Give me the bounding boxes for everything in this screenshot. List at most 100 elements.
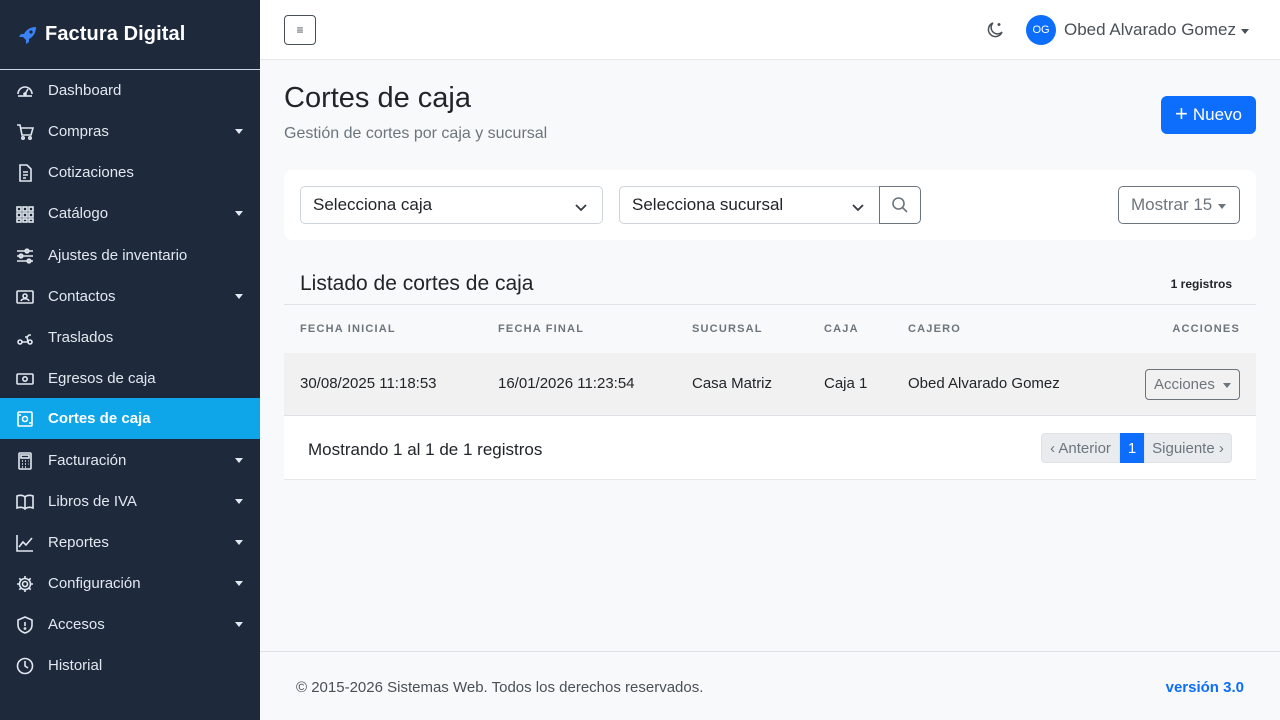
dashboard-icon [16,82,34,100]
document-icon [16,163,34,182]
sidebar-item-configuracion[interactable]: Configuración [0,563,260,604]
sidebar-item-historial[interactable]: Historial [0,645,260,686]
card-header: Listado de cortes de caja 1 registros [284,264,1256,305]
sidebar-item-dashboard[interactable]: Dashboard [0,70,260,111]
contact-card-icon [16,288,34,306]
sucursal-select[interactable]: Selecciona sucursal [619,186,880,224]
pagination-prev[interactable]: ‹ Anterior [1041,433,1120,463]
page-subtitle: Gestión de cortes por caja y sucursal [284,125,548,142]
cell-cajero: Obed Alvarado Gomez [908,375,1060,392]
cell-sucursal: Casa Matriz [692,375,773,392]
chevron-down-icon [235,458,243,463]
caja-select-value: Selecciona caja [313,195,433,214]
sidebar-item-label: Compras [48,123,109,140]
actions-dropdown-button[interactable]: Acciones [1145,369,1240,400]
chevron-down-icon [1223,383,1231,388]
sidebar-item-traslados[interactable]: Traslados [0,317,260,358]
chevron-down-icon [574,199,588,213]
cash-icon [16,370,34,388]
column-header-fecha-final[interactable]: FECHA FINAL [498,323,584,335]
copyright-text: © 2015-2026 Sistemas Web. Todos los dere… [296,679,704,696]
user-menu[interactable]: OG Obed Alvarado Gomez [1026,15,1249,45]
sidebar-item-cotizaciones[interactable]: Cotizaciones [0,152,260,193]
table-header: FECHA INICIAL FECHA FINAL SUCURSAL CAJA … [284,305,1256,353]
sucursal-select-value: Selecciona sucursal [632,195,784,214]
pagination-page-1[interactable]: 1 [1120,433,1144,463]
version-label: versión 3.0 [1165,679,1244,696]
sidebar-item-label: Cotizaciones [48,164,134,181]
chart-line-icon [16,534,34,552]
column-header-caja[interactable]: CAJA [824,323,859,335]
cart-icon [16,123,34,141]
sidebar-item-catalogo[interactable]: Catálogo [0,193,260,234]
plus-icon: + [1175,101,1188,126]
sidebar-item-label: Ajustes de inventario [48,247,188,264]
pagination-next[interactable]: Siguiente › [1144,433,1232,463]
sidebar-item-facturacion[interactable]: Facturación [0,440,260,481]
chevron-down-icon [1218,204,1226,209]
record-count-badge: 1 registros [1170,277,1232,291]
card-title: Listado de cortes de caja [300,272,534,295]
sidebar-item-label: Dashboard [48,82,122,99]
sidebar-item-ajustes-inventario[interactable]: Ajustes de inventario [0,235,260,276]
rocket-icon [19,26,36,44]
avatar: OG [1026,15,1056,45]
gear-icon [16,575,34,593]
sidebar-item-label: Configuración [48,575,141,592]
grid-icon [16,205,34,223]
sidebar-item-accesos[interactable]: Accesos [0,604,260,645]
new-button[interactable]: + Nuevo [1161,96,1256,134]
cell-fecha-inicial: 30/08/2025 11:18:53 [300,375,437,392]
chevron-down-icon [235,622,243,627]
sidebar-item-label: Cortes de caja [48,410,151,427]
sidebar-toggle-button[interactable]: ≡ [284,15,316,45]
chevron-down-icon [235,129,243,134]
sidebar-item-label: Accesos [48,616,105,633]
shield-icon [16,615,34,634]
book-icon [16,493,34,511]
sidebar-item-label: Egresos de caja [48,370,156,387]
chevron-down-icon [235,540,243,545]
theme-toggle-button[interactable] [984,18,1006,42]
calculator-icon [16,451,34,470]
brand-name: Factura Digital [45,23,186,45]
footer: © 2015-2026 Sistemas Web. Todos los dere… [260,651,1280,720]
sidebar-item-cortes-caja[interactable]: Cortes de caja [0,398,260,439]
page-title: Cortes de caja [284,82,471,114]
sidebar-item-label: Historial [48,657,103,674]
sidebar-item-label: Facturación [48,452,127,469]
sidebar-item-egresos-caja[interactable]: Egresos de caja [0,358,260,399]
sidebar-item-compras[interactable]: Compras [0,111,260,152]
sidebar-item-label: Reportes [48,534,109,551]
search-button[interactable] [879,186,921,224]
chevron-down-icon [235,294,243,299]
sliders-icon [16,247,34,265]
page-size-dropdown[interactable]: Mostrar 15 [1118,186,1240,224]
table-card: Listado de cortes de caja 1 registros FE… [284,264,1256,480]
column-header-fecha-inicial[interactable]: FECHA INICIAL [300,323,396,335]
chevron-down-icon [235,581,243,586]
moon-stars-icon [987,22,1003,38]
sidebar-item-libros-iva[interactable]: Libros de IVA [0,481,260,522]
chevron-down-icon [235,499,243,504]
brand[interactable]: Factura Digital [0,0,260,70]
column-header-cajero[interactable]: CAJERO [908,323,961,335]
table-row[interactable]: 30/08/2025 11:18:53 16/01/2026 11:23:54 … [284,353,1256,416]
cash-register-icon [16,410,34,428]
sidebar-item-contactos[interactable]: Contactos [0,276,260,317]
sidebar-item-label: Traslados [48,329,114,346]
cell-caja: Caja 1 [824,375,868,392]
column-header-acciones: ACCIONES [1172,323,1240,335]
user-name: Obed Alvarado Gomez [1064,20,1236,39]
sidebar-item-label: Catálogo [48,205,109,222]
chevron-down-icon [1240,28,1249,34]
page-size-label: Mostrar 15 [1131,195,1213,214]
sidebar-item-reportes[interactable]: Reportes [0,522,260,563]
caja-select[interactable]: Selecciona caja [300,186,603,224]
pagination-info: Mostrando 1 al 1 de 1 registros [308,440,543,459]
scooter-icon [16,329,34,347]
topbar: ≡ OG Obed Alvarado Gomez [260,0,1280,60]
clock-icon [16,657,34,675]
sidebar: Factura Digital Dashboard Compras Cotiza… [0,0,260,720]
column-header-sucursal[interactable]: SUCURSAL [692,323,763,335]
